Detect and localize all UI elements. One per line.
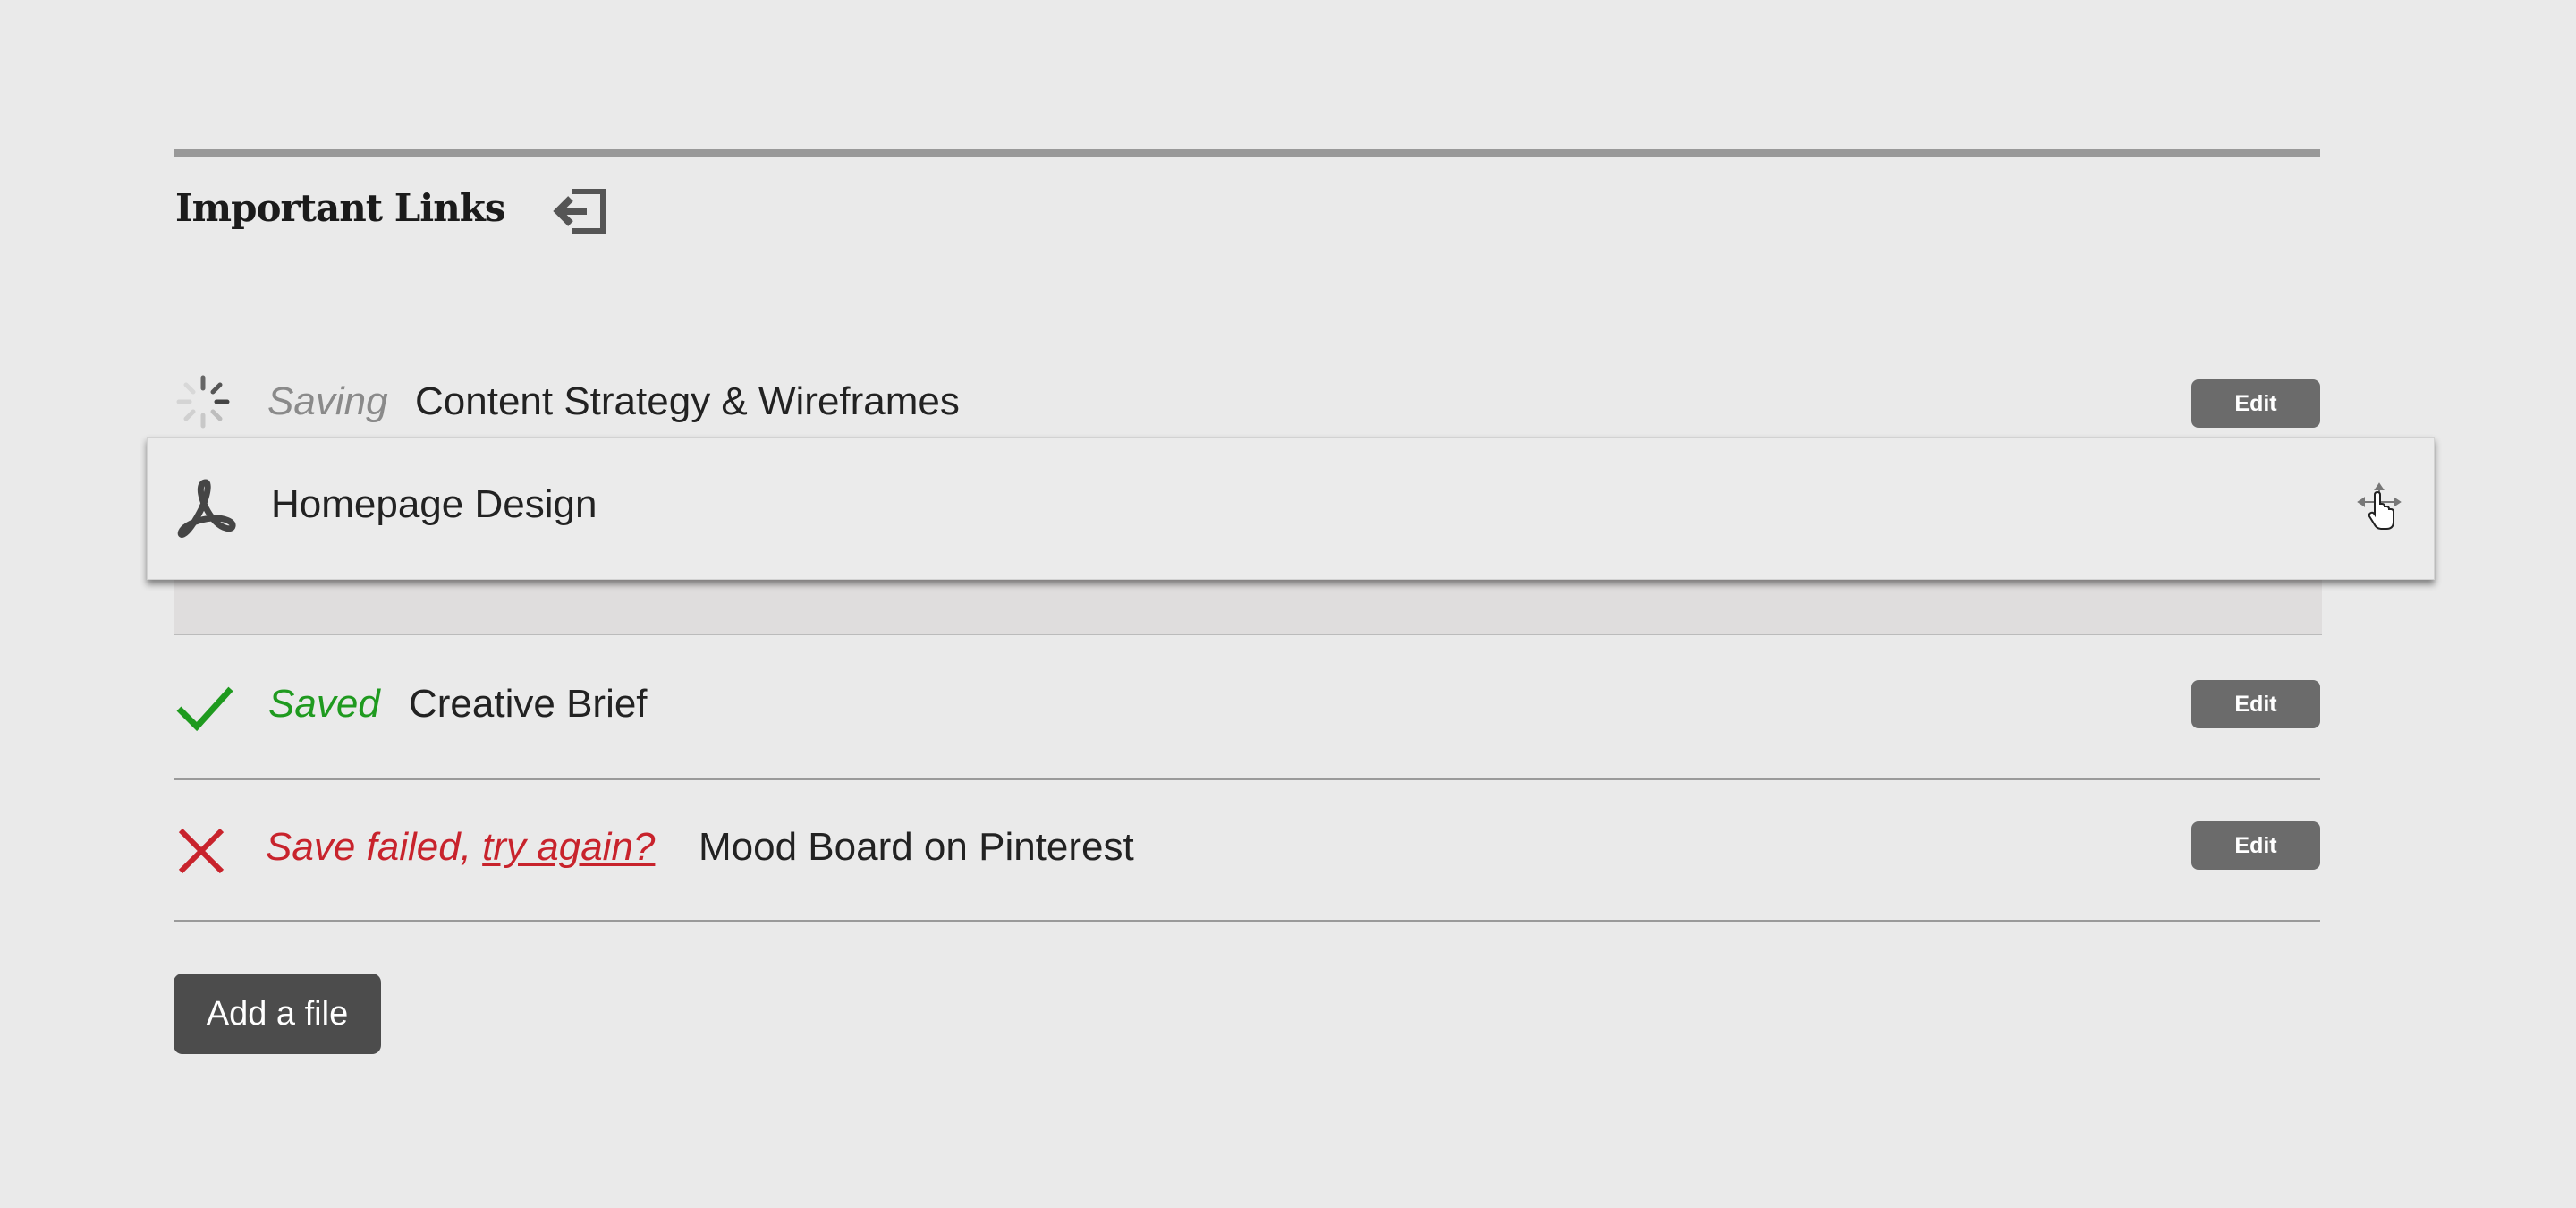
edit-button[interactable]: Edit bbox=[2191, 680, 2320, 728]
collapse-arrow-icon[interactable] bbox=[553, 186, 608, 236]
spinner-icon bbox=[175, 374, 231, 430]
link-name[interactable]: Mood Board on Pinterest bbox=[699, 825, 1134, 870]
add-file-button[interactable]: Add a file bbox=[174, 974, 381, 1054]
status-failed-label: Save failed, bbox=[266, 825, 471, 869]
status-saved: Saved bbox=[268, 682, 380, 726]
top-divider bbox=[174, 149, 2320, 157]
error-x-icon bbox=[177, 827, 225, 875]
edit-button[interactable]: Edit bbox=[2191, 379, 2320, 428]
pdf-icon bbox=[174, 477, 237, 540]
dragged-link-row[interactable]: Homepage Design bbox=[147, 437, 2435, 580]
important-links-panel: Important Links Saving Content Strategy … bbox=[174, 0, 2322, 1208]
link-name[interactable]: Content Strategy & Wireframes bbox=[415, 379, 960, 424]
checkmark-icon bbox=[175, 684, 234, 734]
status-saving: Saving bbox=[267, 379, 388, 423]
link-name[interactable]: Homepage Design bbox=[271, 482, 597, 527]
retry-link[interactable]: try again? bbox=[482, 825, 655, 869]
edit-button[interactable]: Edit bbox=[2191, 821, 2320, 870]
link-name[interactable]: Creative Brief bbox=[409, 682, 648, 727]
link-row: Save failed, try again? Mood Board on Pi… bbox=[174, 780, 2320, 922]
link-row: Saved Creative Brief Edit bbox=[174, 635, 2320, 780]
status-failed: Save failed, try again? bbox=[266, 825, 655, 870]
link-row: Saving Content Strategy & Wireframes Edi… bbox=[174, 358, 2320, 447]
section-title: Important Links bbox=[175, 186, 506, 230]
move-handle-icon[interactable] bbox=[2357, 482, 2402, 532]
drop-placeholder bbox=[174, 580, 2322, 635]
